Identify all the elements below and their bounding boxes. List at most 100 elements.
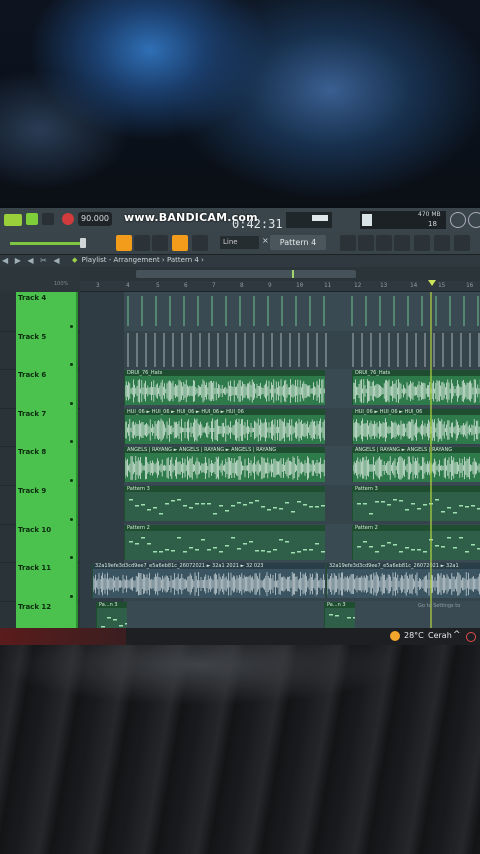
track-lane[interactable]: Pattern 2 Pattern 2 bbox=[80, 523, 480, 563]
tempo-display[interactable]: 90.000 bbox=[78, 212, 112, 226]
clip[interactable]: 32a19efe3d3cd9ee7_e5a6eb81c_26072021 ► 3… bbox=[92, 563, 325, 599]
clip[interactable]: ANGELS | RAYANG ► ANGELS | RAYANG bbox=[352, 447, 480, 483]
track-led-icon[interactable] bbox=[70, 363, 73, 367]
weather-condition[interactable]: Cerah bbox=[428, 631, 452, 640]
track-lane[interactable]: HUI_06 ► HUI_06 ► HUI_06 ► HUI_06 ► HUI_… bbox=[80, 407, 480, 447]
tray-expand-icon[interactable]: ^ bbox=[453, 630, 461, 640]
waveform bbox=[93, 572, 325, 597]
pattern-song-toggle-button[interactable] bbox=[116, 235, 132, 251]
fl-logo-icon[interactable] bbox=[4, 214, 22, 226]
clip[interactable]: Pattern 2 bbox=[124, 524, 325, 560]
track-header[interactable]: Track 9 bbox=[16, 485, 78, 524]
pattern-selector[interactable]: Pattern 4 bbox=[270, 235, 326, 250]
lane-shade bbox=[80, 523, 124, 563]
background-photo-top bbox=[0, 0, 480, 210]
settings-icon[interactable] bbox=[468, 212, 480, 228]
clip[interactable]: DRUI_76_Hats bbox=[124, 370, 325, 406]
clip-label: Pa...n 3 bbox=[97, 601, 127, 608]
weather-sun-icon[interactable] bbox=[390, 631, 400, 641]
piano-roll-window-button[interactable] bbox=[358, 235, 374, 251]
clip[interactable]: 32a19efe3d3cd9ee7_e5a6eb81c_26072021 ► 3… bbox=[326, 563, 480, 599]
track-lane[interactable] bbox=[80, 292, 480, 331]
track-lane[interactable]: Pattern 3 Pattern 3 bbox=[80, 485, 480, 524]
metronome-button[interactable] bbox=[192, 235, 208, 251]
breadcrumb-pattern[interactable]: Pattern 4 bbox=[167, 256, 199, 264]
track-led-icon[interactable] bbox=[70, 478, 73, 482]
tools-toolbar: Line × Pattern 4 bbox=[0, 232, 480, 255]
track-led-icon[interactable] bbox=[70, 440, 73, 444]
track-row: Track 5 bbox=[0, 330, 480, 371]
windows-taskbar: 28°C Cerah ^ bbox=[0, 628, 480, 645]
timeline-ruler[interactable]: 34567891011121314151617 bbox=[80, 281, 480, 292]
track-led-icon[interactable] bbox=[70, 594, 73, 598]
waveform bbox=[125, 456, 325, 481]
browser-window-button[interactable] bbox=[414, 235, 430, 251]
track-led-icon[interactable] bbox=[70, 324, 73, 328]
track-header[interactable]: Track 6 bbox=[16, 369, 78, 408]
scrollbar-position-marker[interactable] bbox=[292, 270, 294, 278]
track-name: Track 7 bbox=[18, 409, 47, 418]
channel-rack-window-button[interactable] bbox=[376, 235, 392, 251]
track-header[interactable]: Track 11 bbox=[16, 562, 78, 601]
weather-temperature[interactable]: 28°C bbox=[404, 631, 424, 640]
fl-studio-window: 90.000 www.BANDICAM.com 0:42:31 470 MB 1… bbox=[0, 208, 480, 645]
play-button[interactable] bbox=[26, 213, 38, 225]
power-icon[interactable] bbox=[450, 212, 466, 228]
clip-label: Pattern 3 bbox=[353, 486, 480, 492]
track-led-icon[interactable] bbox=[70, 401, 73, 405]
clip[interactable]: HUI_06 ► HUI_06 ► HUI_06 ► HUI_06 ► HUI_… bbox=[124, 408, 325, 444]
waveform bbox=[357, 536, 480, 553]
track-header[interactable]: Track 5 bbox=[16, 330, 78, 370]
ruler-tick: 4 bbox=[126, 282, 130, 289]
voices-readout: 18 bbox=[428, 220, 437, 228]
clip[interactable]: Pattern 3 bbox=[124, 486, 325, 521]
track-lane[interactable]: ANGELS | RAYANG ► ANGELS | RAYANG ► ANGE… bbox=[80, 446, 480, 485]
ruler-tick: 15 bbox=[438, 282, 446, 289]
clip[interactable]: ANGELS | RAYANG ► ANGELS | RAYANG ► ANGE… bbox=[124, 447, 325, 483]
track-lane[interactable]: 32a19efe3d3cd9ee7_e5a6eb81c_26072021 ► 3… bbox=[80, 562, 480, 601]
plugin-database-button[interactable] bbox=[434, 235, 450, 251]
master-volume-slider[interactable] bbox=[10, 242, 82, 245]
clip[interactable]: DRUI_76_Hats bbox=[352, 370, 480, 406]
track-led-icon[interactable] bbox=[70, 556, 73, 560]
clip-label: Pa...n 3 bbox=[325, 601, 355, 608]
horizontal-scrollbar[interactable] bbox=[136, 270, 356, 278]
waveform bbox=[357, 499, 480, 515]
track-header[interactable]: Track 8 bbox=[16, 446, 78, 485]
track-lane[interactable]: DRUI_76_Hats DRUI_76_Hats bbox=[80, 369, 480, 408]
ruler-tick: 9 bbox=[268, 282, 272, 289]
track-header[interactable]: Track 10 bbox=[16, 523, 78, 563]
track-row: Track 10 Pattern 2 Pattern 2 bbox=[0, 523, 480, 564]
playlist-window-button[interactable] bbox=[340, 235, 356, 251]
master-volume-knob[interactable] bbox=[80, 238, 86, 248]
track-header[interactable]: Track 7 bbox=[16, 407, 78, 447]
track-name: Track 9 bbox=[18, 487, 47, 495]
clip-label: 32a19efe3d3cd9ee7_e5a6eb81c_26072021 ► 3… bbox=[93, 563, 325, 570]
clip[interactable]: Pattern 3 bbox=[352, 486, 480, 521]
track-header[interactable]: Track 4 bbox=[16, 292, 78, 331]
track-lane[interactable] bbox=[80, 330, 480, 370]
background-photo-bottom bbox=[0, 645, 480, 854]
playlist-title: Playlist - Arrangement bbox=[81, 256, 160, 264]
note-markers bbox=[127, 332, 480, 367]
info-button[interactable] bbox=[454, 235, 470, 251]
recording-tray-icon[interactable] bbox=[466, 632, 476, 642]
snap-select[interactable]: Line bbox=[220, 236, 259, 249]
link-button[interactable] bbox=[172, 235, 188, 251]
playlist-tool-icons[interactable]: ◀ ▶ ◀ ✂ ◀ bbox=[2, 256, 61, 265]
clip[interactable]: Pattern 2 bbox=[352, 524, 480, 560]
lane-shade bbox=[80, 369, 124, 408]
taskbar-app-area[interactable] bbox=[0, 628, 126, 645]
track-led-icon[interactable] bbox=[70, 517, 73, 521]
mixer-window-button[interactable] bbox=[394, 235, 410, 251]
record-button[interactable] bbox=[62, 213, 74, 225]
clip[interactable]: HUI_06 ► HUI_06 ► HUI_06 bbox=[352, 408, 480, 444]
arrow-tool-button[interactable] bbox=[134, 235, 150, 251]
ruler-tick: 14 bbox=[410, 282, 418, 289]
song-position-marker[interactable] bbox=[428, 280, 436, 286]
lane-shade bbox=[80, 407, 124, 447]
breadcrumb-separator: › bbox=[161, 256, 165, 264]
stop-button[interactable] bbox=[42, 213, 54, 225]
pattern-clear-icon[interactable]: × bbox=[262, 236, 269, 245]
pencil-tool-button[interactable] bbox=[152, 235, 168, 251]
